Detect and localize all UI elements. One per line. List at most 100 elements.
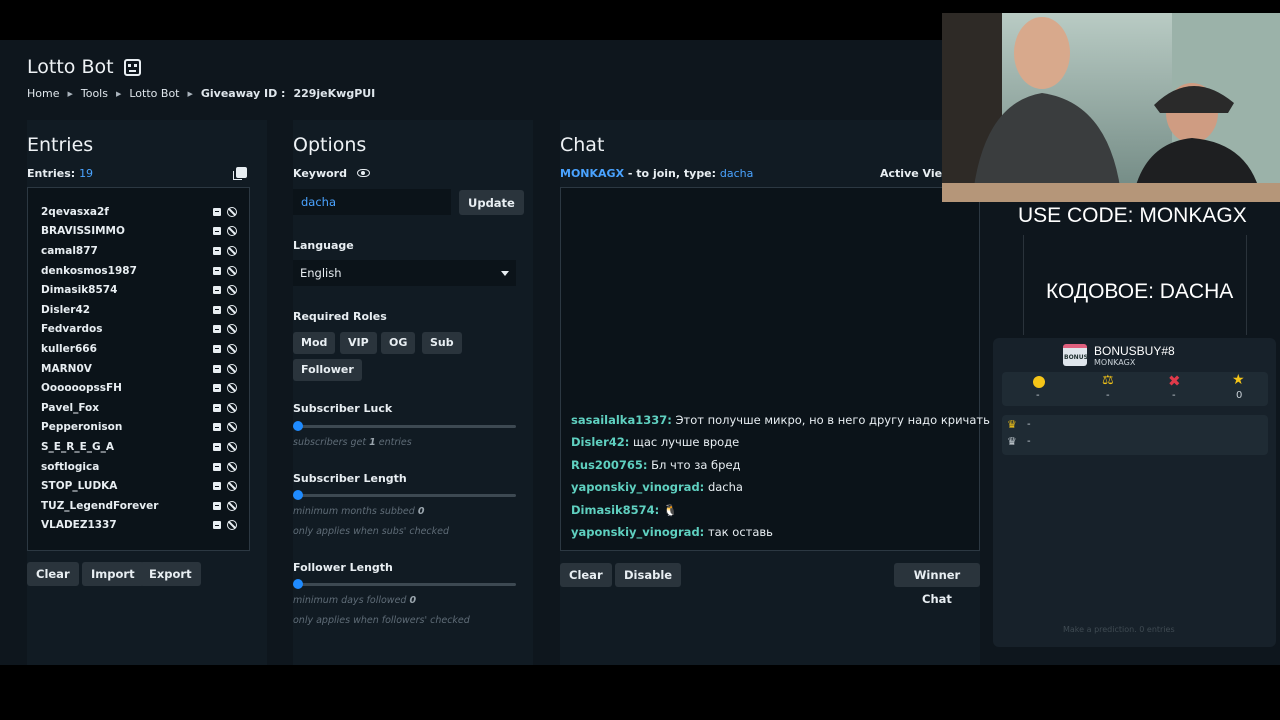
- clear-entries-button[interactable]: Clear: [27, 562, 79, 586]
- remove-entry-icon[interactable]: [213, 364, 221, 373]
- entry-row: VLADEZ1337: [41, 516, 237, 536]
- entry-row: Dimasik8574: [41, 280, 237, 300]
- language-selected: English: [300, 266, 342, 280]
- role-sub-toggle[interactable]: Sub: [422, 332, 462, 354]
- ban-user-icon[interactable]: [227, 383, 237, 394]
- ban-user-icon[interactable]: [227, 265, 237, 276]
- chat-username[interactable]: sasailalka1337:: [571, 413, 672, 427]
- entry-row: S_E_R_E_G_A: [41, 437, 237, 457]
- remove-entry-icon[interactable]: [213, 384, 221, 393]
- winner-chat-button[interactable]: Winner Chat: [894, 563, 980, 606]
- chat-username[interactable]: Disler42:: [571, 435, 629, 449]
- import-entries-button[interactable]: Import: [82, 562, 144, 586]
- stat-value: -: [1036, 390, 1040, 401]
- bonus-footer: Make a prediction. 0 entries: [1063, 625, 1175, 634]
- chevron-down-icon: [501, 271, 509, 276]
- language-select[interactable]: English: [293, 260, 516, 286]
- slider-handle[interactable]: [293, 490, 303, 500]
- remove-entry-icon[interactable]: [213, 462, 221, 471]
- ban-user-icon[interactable]: [227, 206, 237, 217]
- chat-username[interactable]: yaponskiy_vinograd:: [571, 480, 704, 494]
- subscriber-luck-slider[interactable]: [293, 421, 516, 431]
- ban-user-icon[interactable]: [227, 304, 237, 315]
- remove-entry-icon[interactable]: [213, 325, 221, 334]
- chat-panel: Chat MONKAGX - to join, type: dacha Acti…: [560, 120, 990, 665]
- breadcrumb-tools[interactable]: Tools: [81, 87, 108, 100]
- chat-log[interactable]: sasailalka1337: Этот получше микро, но в…: [560, 187, 990, 551]
- remove-entry-icon[interactable]: [213, 423, 221, 432]
- ban-user-icon[interactable]: [227, 285, 237, 296]
- chat-text: щас лучше вроде: [633, 435, 740, 450]
- chat-text: Этот получше микро, но в него другу надо…: [675, 413, 990, 427]
- breadcrumb-separator-icon: ▶: [67, 89, 73, 98]
- entry-name: kuller666: [41, 342, 97, 355]
- ban-user-icon[interactable]: [227, 402, 237, 413]
- subscriber-length-hint: minimum months subbed 0: [293, 506, 424, 517]
- remove-entry-icon[interactable]: [213, 482, 221, 491]
- ban-user-icon[interactable]: [227, 481, 237, 492]
- role-og-toggle[interactable]: OG: [381, 332, 416, 354]
- ban-user-icon[interactable]: [227, 324, 237, 335]
- entry-row: kuller666: [41, 339, 237, 359]
- page-title-text: Lotto Bot: [27, 56, 114, 78]
- remove-entry-icon[interactable]: [213, 246, 221, 255]
- follower-length-slider[interactable]: [293, 579, 516, 589]
- remove-entry-icon[interactable]: [213, 442, 221, 451]
- remove-entry-icon[interactable]: [213, 207, 221, 216]
- entry-name: S_E_R_E_G_A: [41, 440, 114, 453]
- chat-username[interactable]: Rus200765:: [571, 458, 648, 472]
- subscriber-length-slider[interactable]: [293, 490, 516, 500]
- entry-name: OooooopssFH: [41, 382, 122, 395]
- chat-username[interactable]: Dimasik8574:: [571, 503, 659, 517]
- copy-entries-icon[interactable]: [233, 167, 247, 180]
- keyword-input[interactable]: dacha: [293, 189, 451, 215]
- entry-name: softlogica: [41, 460, 100, 473]
- entry-row: Fedvardos: [41, 320, 237, 340]
- ban-user-icon[interactable]: [227, 226, 237, 237]
- role-vip-toggle[interactable]: VIP: [340, 332, 377, 354]
- entries-list[interactable]: 2qevasxa2f BRAVISSIMMO camal877 denkosmos19…: [27, 187, 250, 551]
- ban-user-icon[interactable]: [227, 363, 237, 374]
- remove-entry-icon[interactable]: [213, 501, 221, 510]
- webcam-overlay: [942, 13, 1280, 202]
- entry-name: Dimasik8574: [41, 284, 118, 297]
- ban-user-icon[interactable]: [227, 500, 237, 511]
- slider-handle[interactable]: [293, 421, 303, 431]
- ban-user-icon[interactable]: [227, 343, 237, 354]
- remove-entry-icon[interactable]: [213, 227, 221, 236]
- ban-user-icon[interactable]: [227, 520, 237, 531]
- hint-text: subscribers get: [293, 437, 367, 448]
- subscriber-luck-label: Subscriber Luck: [293, 402, 393, 415]
- ban-user-icon[interactable]: [227, 422, 237, 433]
- slider-handle[interactable]: [293, 579, 303, 589]
- remove-entry-icon[interactable]: [213, 344, 221, 353]
- update-keyword-button[interactable]: Update: [459, 190, 524, 215]
- chat-message: Disler42: щас лучше вроде: [571, 435, 739, 449]
- remove-entry-icon[interactable]: [213, 286, 221, 295]
- breadcrumb-home[interactable]: Home: [27, 87, 59, 100]
- crown-gold-icon: ♛: [1007, 418, 1017, 431]
- entry-row: denkosmos1987: [41, 261, 237, 281]
- chat-message: yaponskiy_vinograd: так оставь: [571, 525, 773, 539]
- breadcrumb-separator-icon: ▶: [115, 89, 122, 98]
- ban-user-icon[interactable]: [227, 245, 237, 256]
- breadcrumb-lotto-bot[interactable]: Lotto Bot: [129, 87, 179, 100]
- disable-chat-button[interactable]: Disable: [615, 563, 682, 587]
- remove-entry-icon[interactable]: [213, 305, 221, 314]
- ban-user-icon[interactable]: [227, 461, 237, 472]
- chat-username[interactable]: yaponskiy_vinograd:: [571, 525, 704, 539]
- export-entries-button[interactable]: Export: [140, 562, 201, 586]
- entry-name: camal877: [41, 244, 98, 257]
- ban-user-icon[interactable]: [227, 441, 237, 452]
- entry-row: STOP_LUDKA: [41, 476, 237, 496]
- promo-code-line-2: КОДОВОЕ: DACHA: [1046, 280, 1234, 303]
- entry-name: Disler42: [41, 303, 91, 316]
- entry-name: 2qevasxa2f: [41, 205, 109, 218]
- remove-entry-icon[interactable]: [213, 266, 221, 275]
- clear-chat-button[interactable]: Clear: [560, 563, 612, 587]
- role-follower-toggle[interactable]: Follower: [293, 359, 362, 381]
- remove-entry-icon[interactable]: [213, 403, 221, 412]
- eye-icon[interactable]: [357, 169, 370, 177]
- remove-entry-icon[interactable]: [213, 521, 221, 530]
- role-mod-toggle[interactable]: Mod: [293, 332, 336, 354]
